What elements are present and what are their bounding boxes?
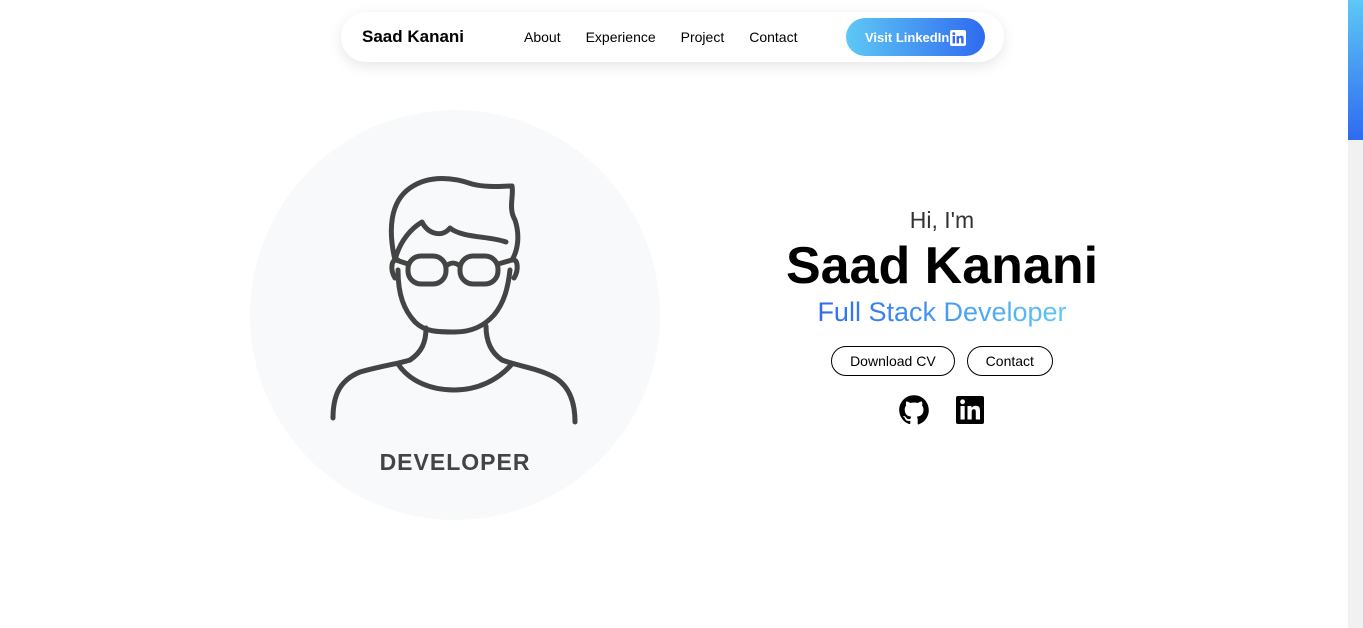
github-icon[interactable] (898, 394, 930, 426)
hero-section: Hi, I'm Saad Kanani Full Stack Developer… (742, 205, 1142, 426)
download-cv-button[interactable]: Download CV (831, 346, 955, 376)
avatar-circle: DEVELOPER (250, 110, 660, 520)
hero-name: Saad Kanani (785, 237, 1099, 295)
nav-link-project[interactable]: Project (681, 29, 725, 45)
brand-logo[interactable]: Saad Kanani (362, 27, 464, 47)
nav-link-contact[interactable]: Contact (749, 29, 797, 45)
page: Saad Kanani About Experience Project Con… (0, 0, 1363, 628)
nav-links: About Experience Project Contact (524, 29, 822, 45)
navbar: Saad Kanani About Experience Project Con… (341, 12, 1004, 62)
visit-linkedin-label: Visit LinkedIn (865, 29, 950, 45)
scrollbar-thumb[interactable] (1348, 0, 1363, 140)
hero-role: Full Stack Developer (817, 297, 1067, 327)
hero-buttons: Download CV Contact (742, 346, 1142, 376)
linkedin-icon (950, 30, 966, 46)
scrollbar[interactable] (1348, 0, 1363, 628)
visit-linkedin-button[interactable]: Visit LinkedIn (846, 18, 985, 56)
social-links (742, 394, 1142, 426)
nav-link-about[interactable]: About (524, 29, 561, 45)
nav-link-experience[interactable]: Experience (586, 29, 656, 45)
linkedin-icon[interactable] (954, 394, 986, 426)
avatar-caption: DEVELOPER (379, 449, 531, 475)
contact-button[interactable]: Contact (966, 346, 1053, 376)
hero-greeting: Hi, I'm (909, 207, 975, 233)
